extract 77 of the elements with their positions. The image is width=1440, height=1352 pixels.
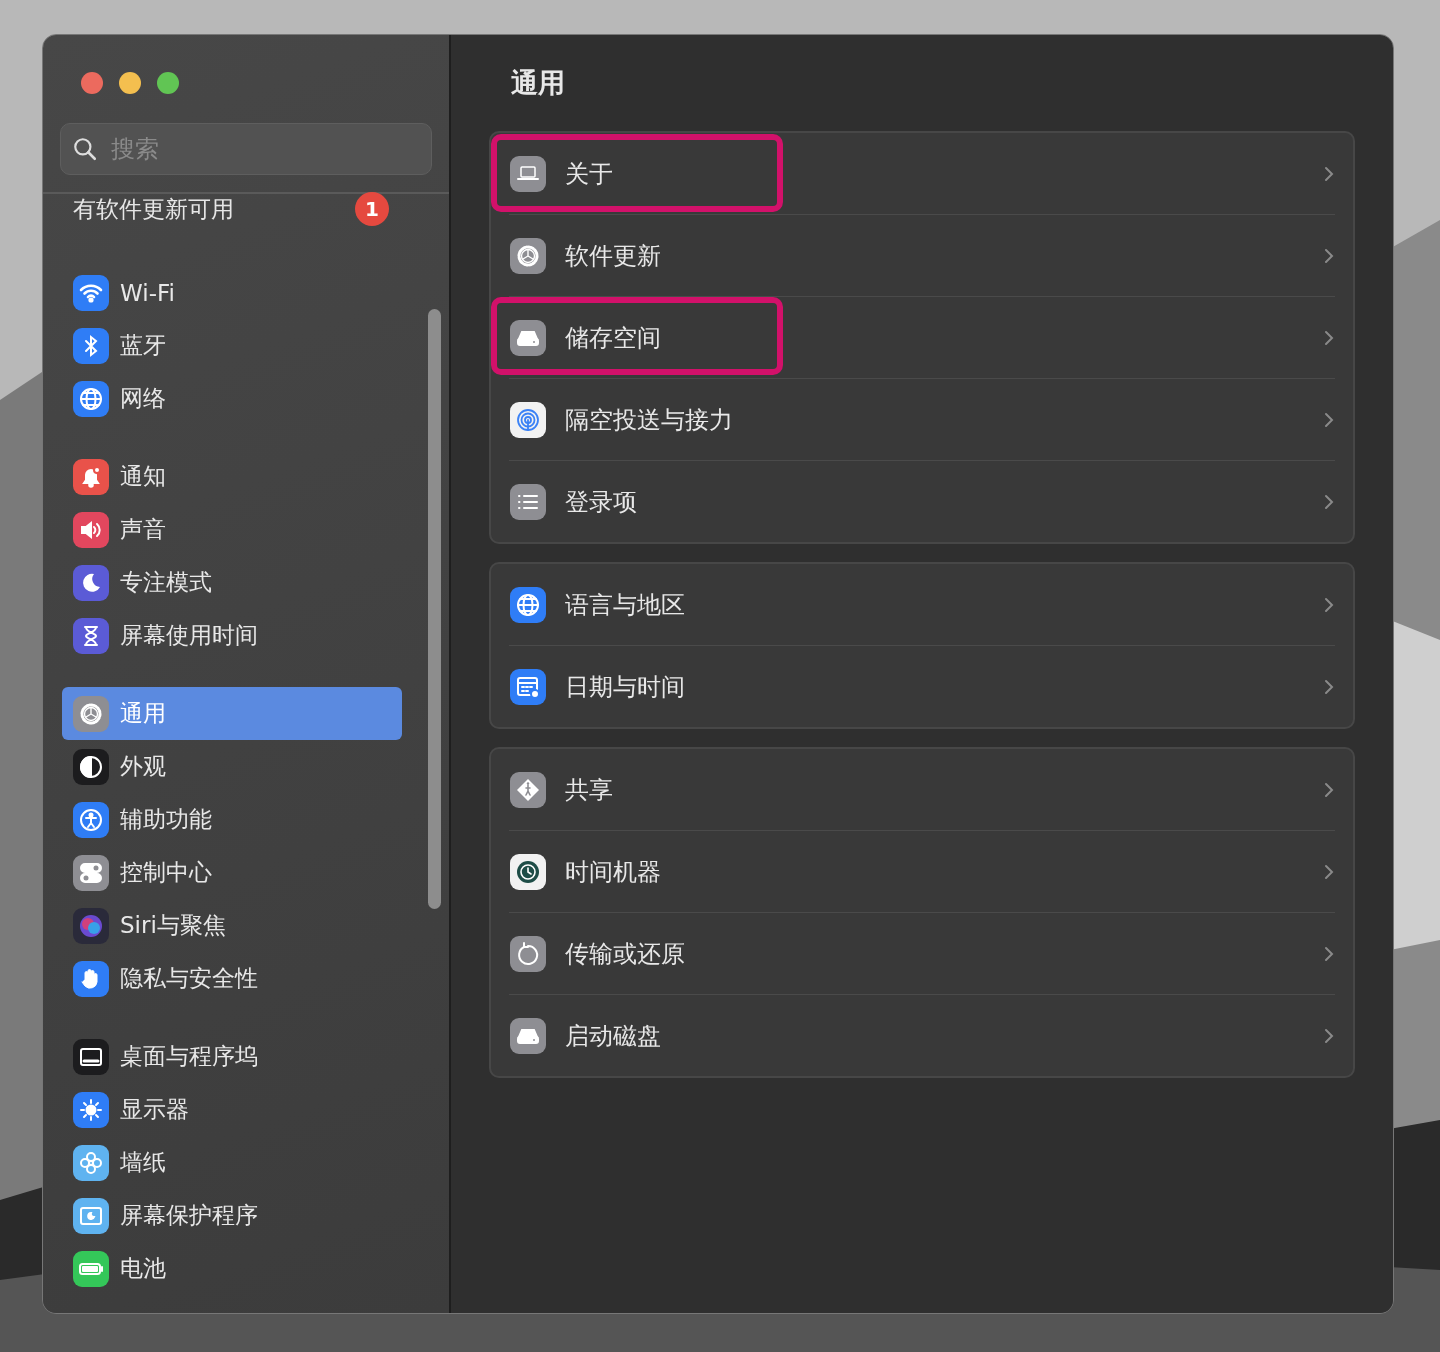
- settings-row[interactable]: 启动磁盘: [509, 994, 1335, 1076]
- minimize-button[interactable]: [119, 72, 141, 94]
- screen-icon: [72, 1196, 110, 1235]
- chevron-icon: [1323, 780, 1335, 799]
- drive-icon: [509, 1016, 547, 1055]
- sidebar-item[interactable]: 网络: [62, 372, 402, 425]
- settings-row[interactable]: 传输或还原: [509, 912, 1335, 994]
- sidebar-item[interactable]: 墙纸: [62, 1136, 402, 1189]
- sidebar-item[interactable]: 桌面与程序坞: [62, 1030, 402, 1083]
- settings-row[interactable]: 关于: [509, 133, 1335, 214]
- rings-icon: [509, 400, 547, 439]
- settings-row[interactable]: 日期与时间: [509, 645, 1335, 727]
- orb-icon: [72, 906, 110, 945]
- restore-icon: [509, 934, 547, 973]
- sidebar-item[interactable]: 辅助功能: [62, 793, 402, 846]
- search-icon: [72, 136, 98, 162]
- sun-icon: [72, 1090, 110, 1129]
- sidebar-item[interactable]: 外观: [62, 740, 402, 793]
- gear-icon: [72, 694, 110, 733]
- settings-row[interactable]: 储存空间: [509, 296, 1335, 378]
- globe-icon: [72, 379, 110, 418]
- globe-icon: [509, 585, 547, 624]
- sidebar-item[interactable]: 通知: [62, 450, 402, 503]
- settings-row[interactable]: 软件更新: [509, 214, 1335, 296]
- drive-icon: [509, 318, 547, 357]
- chevron-icon: [1323, 677, 1335, 696]
- clock-icon: [509, 852, 547, 891]
- search-field[interactable]: 搜索: [60, 123, 432, 175]
- hourglass-icon: [72, 616, 110, 655]
- chevron-icon: [1323, 862, 1335, 881]
- chevron-icon: [1323, 492, 1335, 511]
- sidebar-item[interactable]: 电池: [62, 1242, 402, 1295]
- chevron-icon: [1323, 944, 1335, 963]
- calendar-icon: [509, 667, 547, 706]
- settings-row[interactable]: 语言与地区: [509, 564, 1335, 645]
- walker-icon: [509, 770, 547, 809]
- accessibility-icon: [72, 800, 110, 839]
- sidebar-item[interactable]: 屏幕保护程序: [62, 1189, 402, 1242]
- chevron-icon: [1323, 1026, 1335, 1045]
- chevron-icon: [1323, 595, 1335, 614]
- settings-row[interactable]: 时间机器: [509, 830, 1335, 912]
- settings-row[interactable]: 隔空投送与接力: [509, 378, 1335, 460]
- chevron-icon: [1323, 410, 1335, 429]
- sidebar-item[interactable]: 屏幕使用时间: [62, 609, 402, 662]
- toggles-icon: [72, 853, 110, 892]
- sidebar-item[interactable]: 声音: [62, 503, 402, 556]
- close-button[interactable]: [81, 72, 103, 94]
- battery-icon: [72, 1249, 110, 1288]
- zoom-button[interactable]: [157, 72, 179, 94]
- contrast-icon: [72, 747, 110, 786]
- bluetooth-icon: [72, 326, 110, 365]
- hand-icon: [72, 959, 110, 998]
- sidebar-item[interactable]: 蓝牙: [62, 319, 402, 372]
- page-title: 通用: [511, 66, 566, 100]
- sidebar-item[interactable]: 隐私与安全性: [62, 952, 402, 1005]
- sidebar-item[interactable]: 显示器: [62, 1083, 402, 1136]
- settings-row[interactable]: 登录项: [509, 460, 1335, 542]
- notification-badge: 1: [355, 192, 389, 226]
- chevron-icon: [1323, 246, 1335, 265]
- chevron-icon: [1323, 328, 1335, 347]
- window-icon: [72, 1037, 110, 1076]
- laptop-icon: [509, 154, 547, 193]
- settings-row[interactable]: 共享: [509, 749, 1335, 830]
- scrollbar[interactable]: [428, 309, 441, 909]
- moon-icon: [72, 563, 110, 602]
- bell-icon: [72, 457, 110, 496]
- wifi-icon: [72, 273, 110, 312]
- sidebar-item[interactable]: 控制中心: [62, 846, 402, 899]
- speaker-icon: [72, 510, 110, 549]
- sidebar-item[interactable]: Wi-Fi: [62, 266, 402, 319]
- sidebar-item[interactable]: Siri与聚焦: [62, 899, 402, 952]
- sidebar-item[interactable]: 专注模式: [62, 556, 402, 609]
- list-icon: [509, 482, 547, 521]
- chevron-icon: [1323, 164, 1335, 183]
- flower-icon: [72, 1143, 110, 1182]
- gear-icon: [509, 236, 547, 275]
- update-notice[interactable]: 有软件更新可用: [73, 193, 234, 225]
